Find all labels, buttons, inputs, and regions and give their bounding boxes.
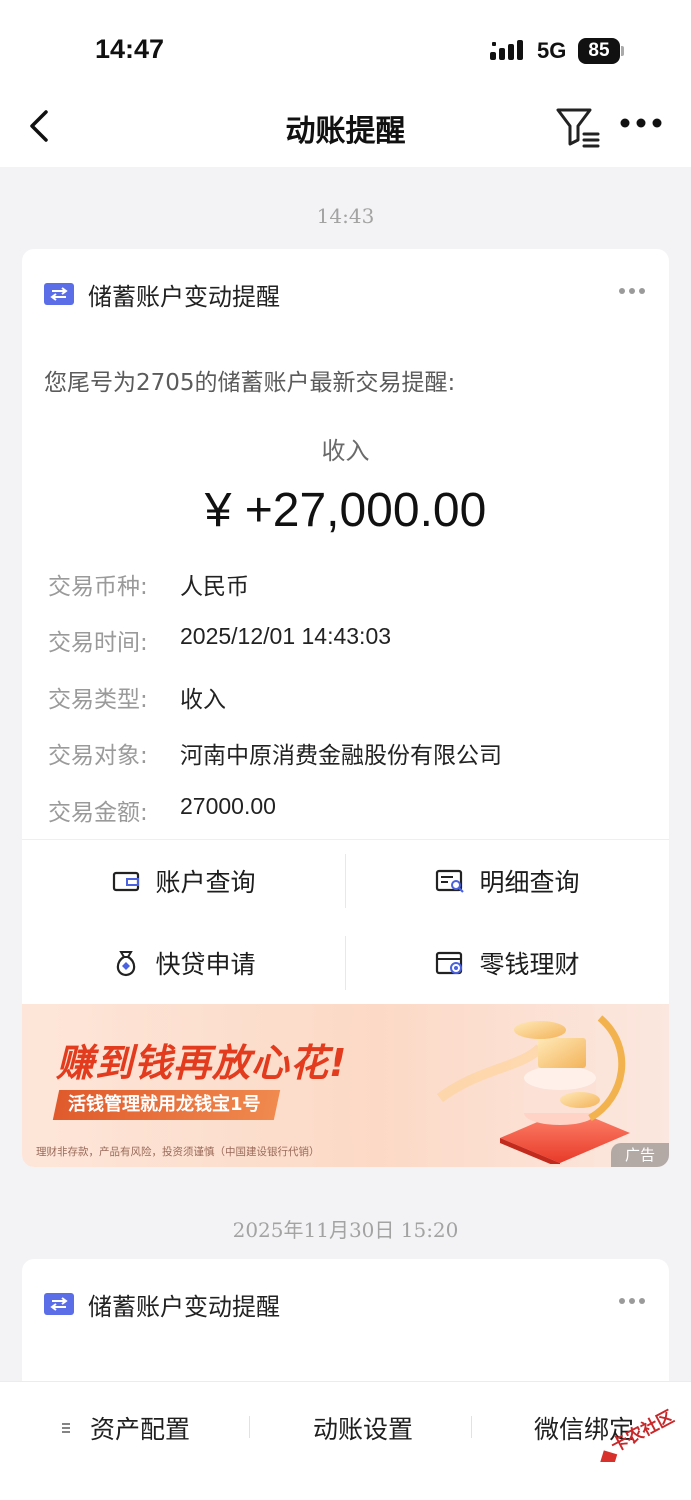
detail-label: 交易时间: <box>48 630 148 656</box>
transaction-intro: 您尾号为2705的储蓄账户最新交易提醒: <box>44 370 456 396</box>
ad-headline: 赚到钱再放心花! <box>56 1041 348 1085</box>
ad-banner[interactable]: 赚到钱再放心花! 活钱管理就用龙钱宝1号 理财非存款，产品有风险，投资须谨慎（中… <box>22 1004 669 1167</box>
wealth-card-icon <box>436 951 463 975</box>
card-title: 储蓄账户变动提醒 <box>88 1293 280 1321</box>
card-more-icon[interactable] <box>618 287 646 295</box>
account-transfer-icon <box>44 1293 74 1315</box>
status-time: 14:47 <box>95 34 165 64</box>
loan-bag-icon <box>117 951 136 977</box>
battery-level: 85 <box>578 38 620 64</box>
amount-type-label: 收入 <box>321 437 370 465</box>
status-bar: 14:47 5G 85 <box>0 0 691 90</box>
cellular-signal-icon <box>490 40 523 60</box>
divider <box>471 1416 472 1438</box>
battery-icon: 85 <box>578 38 624 64</box>
svg-text:卡农社区: 卡农社区 <box>608 1406 678 1456</box>
statement-search-icon <box>436 869 465 893</box>
coin-stack-illustration <box>437 1015 630 1164</box>
action-label: 明细查询 <box>479 868 580 897</box>
quick-loan-button[interactable]: 快贷申请 <box>22 922 345 1004</box>
detail-query-button[interactable]: 明细查询 <box>346 840 669 922</box>
kanong-watermark-logo: 卡农社区 <box>599 1406 678 1462</box>
action-label: 账户查询 <box>155 868 256 897</box>
detail-value: 河南中原消费金融股份有限公司 <box>180 743 502 769</box>
menu-icon <box>62 1423 70 1433</box>
tab-asset-allocation[interactable]: 资产配置 <box>60 1408 190 1448</box>
detail-value: 27000.00 <box>180 793 276 819</box>
card-header: 储蓄账户变动提醒 <box>22 1259 669 1349</box>
detail-value: 收入 <box>180 687 226 713</box>
detail-label: 交易金额: <box>48 800 148 826</box>
message-timestamp: 2025年11月30日 15:20 <box>232 1218 459 1242</box>
ad-subline-ribbon: 活钱管理就用龙钱宝1号 <box>52 1090 280 1120</box>
network-type: 5G <box>537 38 567 63</box>
divider <box>249 1416 250 1438</box>
ad-subline: 活钱管理就用龙钱宝1号 <box>68 1094 261 1115</box>
tab-label: 资产配置 <box>90 1415 191 1444</box>
detail-value: 2025/12/01 14:43:03 <box>180 623 392 649</box>
detail-label: 交易对象: <box>48 743 148 769</box>
detail-value: 人民币 <box>180 574 249 600</box>
change-wealth-button[interactable]: 零钱理财 <box>346 922 669 1004</box>
transaction-card: 储蓄账户变动提醒 您尾号为2705的储蓄账户最新交易提醒: 收入 ¥ +27,0… <box>22 249 669 1167</box>
wallet-icon <box>113 871 140 892</box>
ad-disclaimer: 理财非存款，产品有风险，投资须谨慎（中国建设银行代销） <box>36 1146 320 1158</box>
detail-label: 交易币种: <box>48 574 148 600</box>
transaction-amount: ¥ +27,000.00 <box>204 484 487 537</box>
nav-bar: 动账提醒 <box>0 90 691 167</box>
detail-label: 交易类型: <box>48 687 148 713</box>
account-transfer-icon <box>44 283 74 305</box>
account-query-button[interactable]: 账户查询 <box>22 840 345 922</box>
message-timestamp: 14:43 <box>316 204 375 228</box>
card-title: 储蓄账户变动提醒 <box>88 283 280 311</box>
ad-tag: 广告 <box>611 1143 669 1167</box>
tab-transaction-settings[interactable]: 动账设置 <box>313 1408 413 1448</box>
tab-label: 动账设置 <box>313 1415 414 1444</box>
action-label: 快贷申请 <box>155 950 256 979</box>
card-header: 储蓄账户变动提醒 <box>22 249 669 339</box>
action-label: 零钱理财 <box>479 950 580 979</box>
more-options-icon[interactable] <box>620 116 662 130</box>
card-more-icon[interactable] <box>618 1297 646 1305</box>
filter-icon[interactable] <box>554 102 602 150</box>
